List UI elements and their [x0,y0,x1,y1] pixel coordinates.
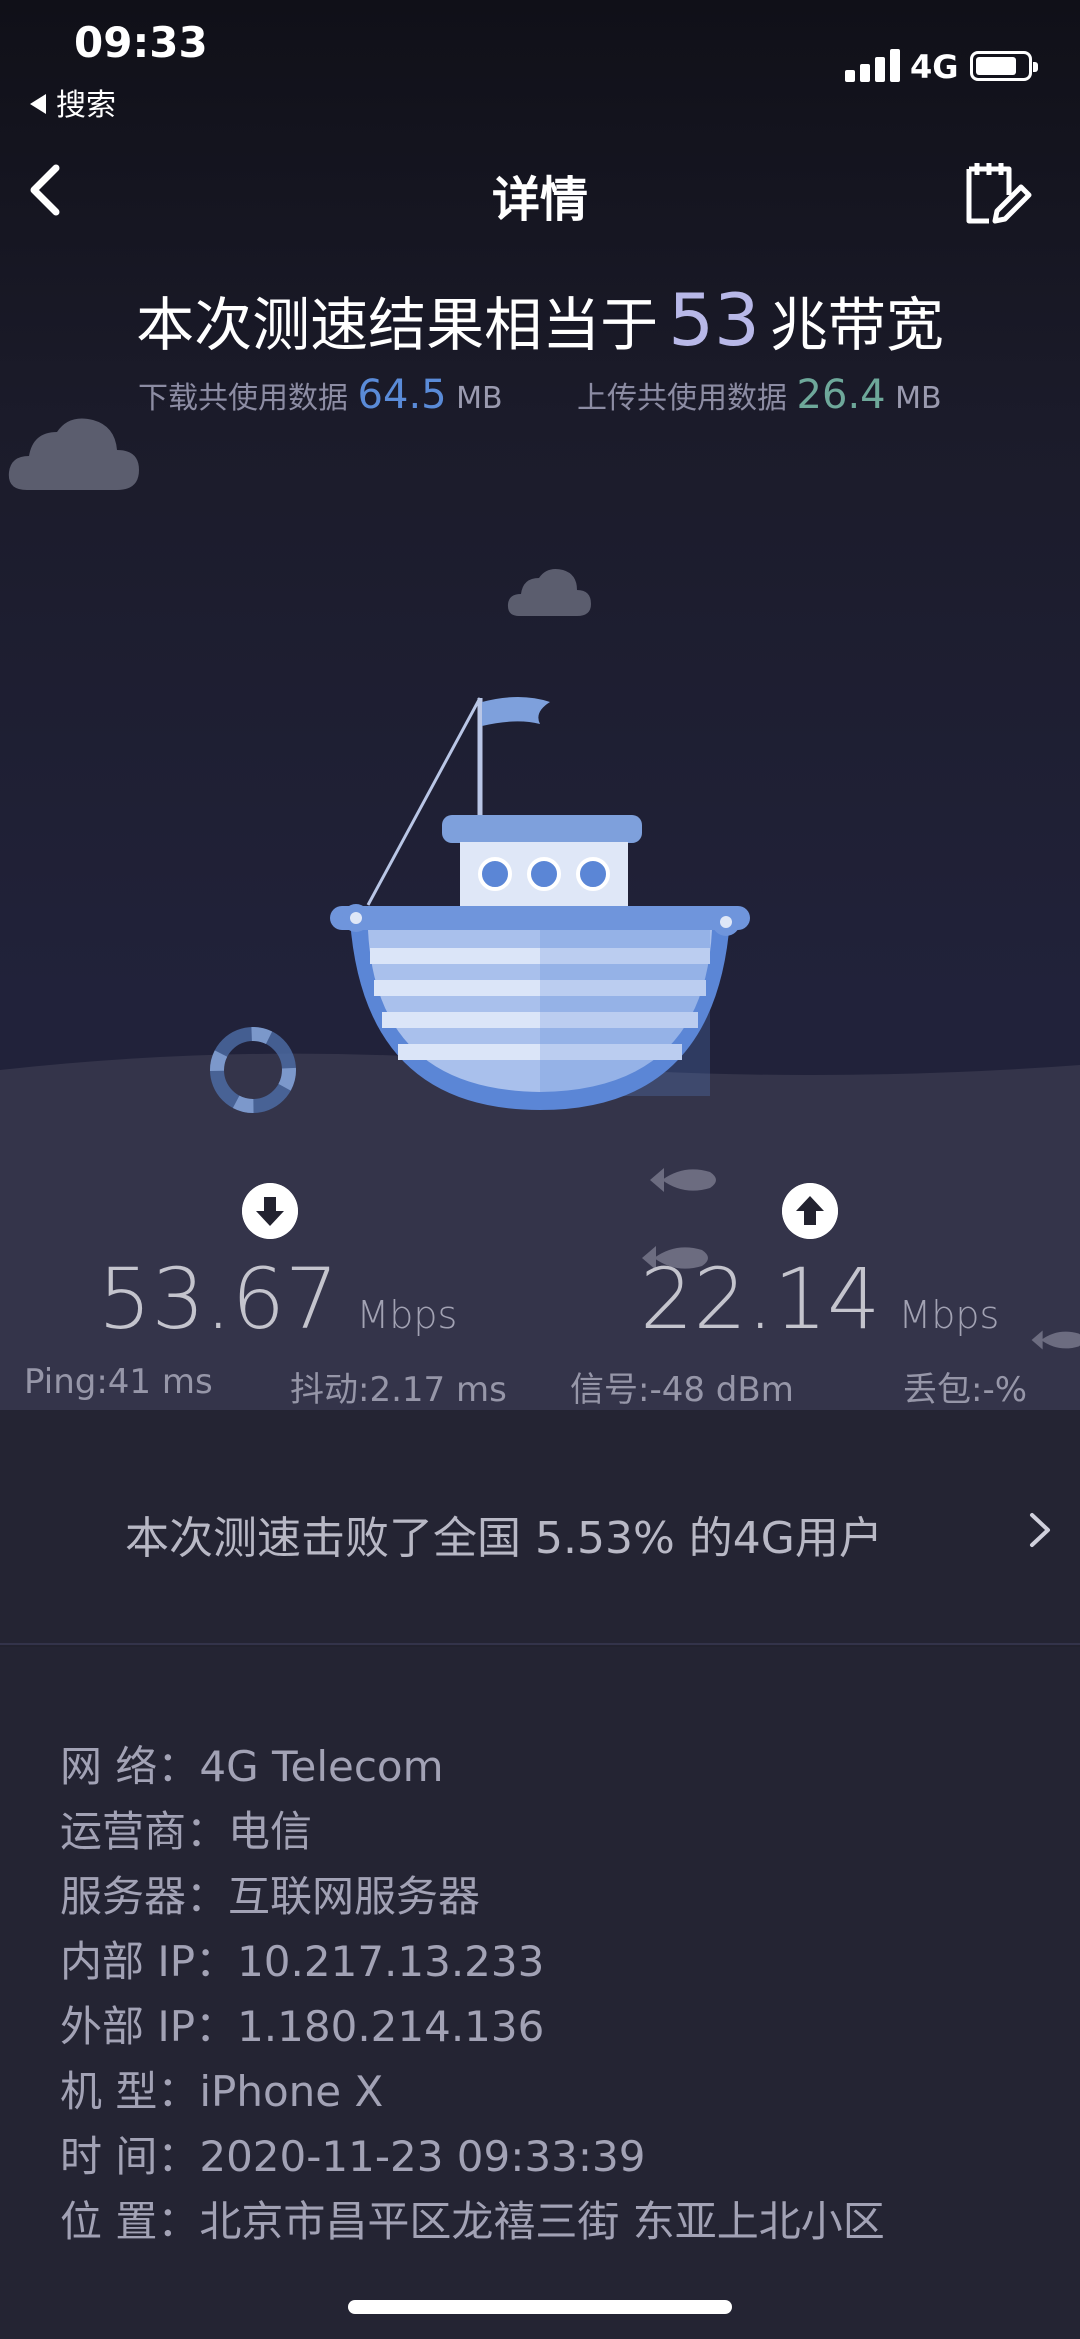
status-bar: 09:33 搜索 4G [0,0,1080,123]
download-speed: 53.67 Mbps [98,1250,457,1348]
info-label: 时 间： [60,2132,200,2181]
fish-icon [650,1168,716,1192]
download-speed-unit: Mbps [356,1293,458,1337]
info-value: 互联网服务器 [228,1872,481,1921]
info-row-location: 位 置：北京市昌平区龙禧三街 东亚上北小区 [60,2188,885,2249]
ranking-row[interactable]: 本次测速击败了全国 5.53% 的4G用户 [0,1410,1080,1645]
page-title: 详情 [491,172,588,228]
download-speed-value: 53.67 [98,1250,339,1348]
info-value: iPhone X [199,2067,384,2116]
download-data-used: 下载共使用数据 64.5 MB [138,372,503,418]
chevron-right-icon [1030,1513,1050,1547]
upload-data-label: 上传共使用数据 [577,381,787,416]
network-type: 4G [910,48,959,86]
info-row-server: 服务器：互联网服务器 [60,1863,480,1924]
info-value: 北京市昌平区龙禧三街 东亚上北小区 [199,2197,885,2246]
summary-suffix: 兆带宽 [769,291,944,359]
fish-icon [1031,1330,1080,1350]
signal-metric: 信号:-48 dBm [570,1370,794,1410]
jitter-metric: 抖动:2.17 ms [290,1370,507,1410]
upload-data-unit: MB [895,381,942,416]
download-data-label: 下载共使用数据 [138,381,348,416]
back-app-label: 搜索 [56,88,116,123]
info-label: 外部 IP： [60,2002,238,2051]
ranking-text: 本次测速击败了全国 5.53% 的4G用户 [125,1513,883,1564]
download-arrow-icon [242,1183,298,1239]
info-value: 电信 [228,1807,313,1856]
info-label: 网 络： [60,1742,200,1791]
info-row-time: 时 间：2020-11-23 09:33:39 [60,2123,645,2184]
upload-speed-unit: Mbps [898,1293,1000,1337]
info-row-external-ip: 外部 IP：1.180.214.136 [60,1993,544,2054]
download-data-value: 64.5 [357,372,447,418]
status-time: 09:33 [74,18,208,67]
bandwidth-value: 53 [668,278,760,362]
info-row-internal-ip: 内部 IP：10.217.13.233 [60,1928,544,1989]
info-label: 服务器： [60,1872,229,1921]
cloud-icon [8,418,140,490]
upload-data-value: 26.4 [796,372,886,418]
info-label: 位 置： [60,2197,200,2246]
download-data-unit: MB [456,381,503,416]
info-value: 2020-11-23 09:33:39 [199,2132,646,2181]
info-value: 10.217.13.233 [237,1937,545,1986]
details-panel: 网 络：4G Telecom 运营商：电信 服务器：互联网服务器 内部 IP：1… [0,1647,1080,2339]
info-label: 机 型： [60,2067,200,2116]
info-row-operator: 运营商：电信 [60,1798,312,1859]
upload-arrow-icon [782,1183,838,1239]
back-triangle-icon [30,94,46,114]
upload-speed-value: 22.14 [640,1250,881,1348]
cloud-icon [507,569,591,616]
lifebuoy-icon [210,1027,296,1113]
battery-icon [970,51,1038,81]
edit-note-icon[interactable] [955,155,1035,235]
summary-prefix: 本次测速结果相当于 [136,291,659,359]
cellular-signal-icon [845,48,903,82]
home-indicator[interactable] [348,2300,732,2314]
upload-speed: 22.14 Mbps [640,1250,999,1348]
back-to-app-link[interactable]: 搜索 [30,80,116,124]
boat-illustration [330,697,750,1110]
info-value: 4G Telecom [199,1742,444,1791]
info-row-device-model: 机 型：iPhone X [60,2058,383,2119]
upload-data-used: 上传共使用数据 26.4 MB [577,372,942,418]
bandwidth-summary: 本次测速结果相当于 53 兆带宽 [0,278,1080,362]
info-row-network: 网 络：4G Telecom [60,1733,444,1794]
info-value: 1.180.214.136 [237,2002,545,2051]
info-label: 运营商： [60,1807,229,1856]
packet-loss-metric: 丢包:-% [903,1370,1028,1410]
info-label: 内部 IP： [60,1937,238,1986]
ping-metric: Ping:41 ms [24,1362,213,1402]
